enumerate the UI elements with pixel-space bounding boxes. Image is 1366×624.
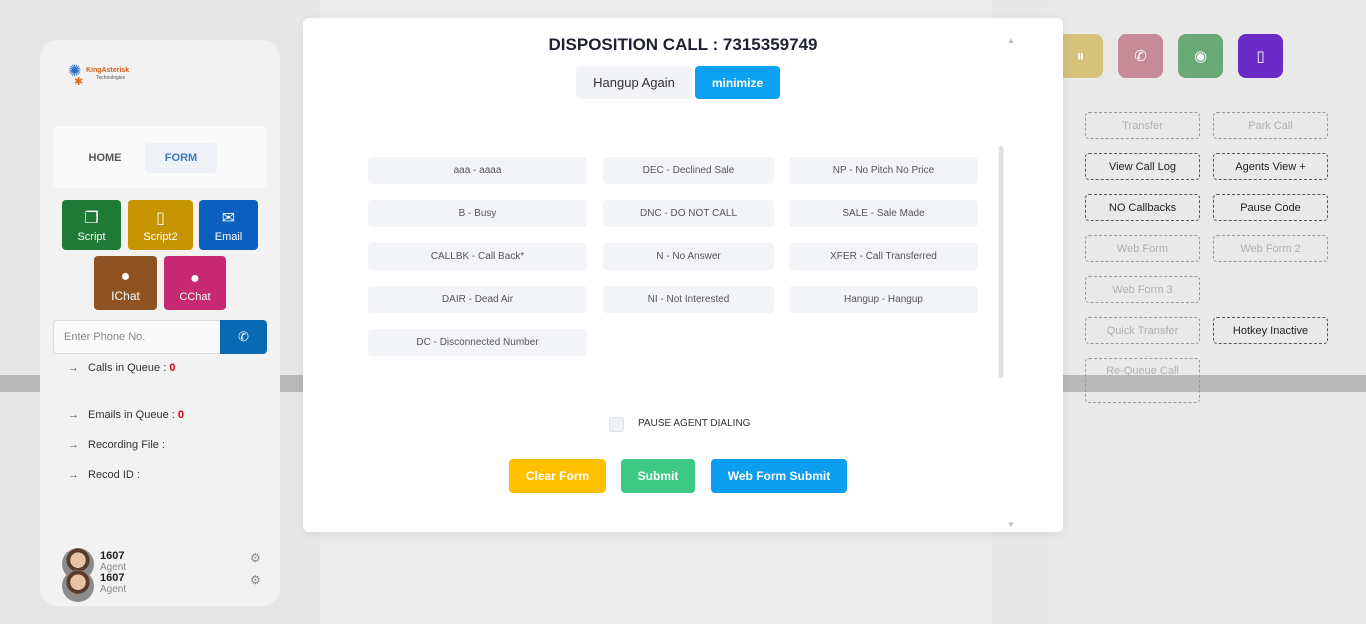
tab-home[interactable]: HOME <box>75 143 135 173</box>
agents-view-button[interactable]: Agents View + <box>1213 153 1328 180</box>
agent-number: 1607 <box>100 550 125 562</box>
record-id: → Recod ID : <box>68 469 140 481</box>
script-label: Script <box>77 231 106 243</box>
phone-icon: ✆ <box>238 329 249 344</box>
gear-icon[interactable]: ⚙ <box>250 551 261 565</box>
recording-file-label: Recording File : <box>88 439 166 451</box>
ichat-button[interactable]: ● IChat <box>94 256 157 310</box>
phone-hangup-icon: ✆ <box>1134 48 1147 65</box>
agent-role: Agent <box>100 584 127 595</box>
phone-number-input[interactable]: Enter Phone No. <box>53 320 221 354</box>
web-form-submit-button[interactable]: Web Form Submit <box>711 459 847 493</box>
tab-form[interactable]: FORM <box>145 143 217 173</box>
right-panel-background <box>1046 0 1366 624</box>
arrow-right-icon: → <box>68 439 79 451</box>
mobile-icon: ▯ <box>1256 48 1265 65</box>
hangup-again-button[interactable]: Hangup Again <box>576 66 692 99</box>
disposition-option[interactable]: NI - Not Interested <box>603 286 774 313</box>
envelope-icon: ✉ <box>221 210 236 227</box>
dial-button[interactable]: ✆ <box>220 320 267 354</box>
avatar <box>62 570 94 602</box>
calls-in-queue-count: 0 <box>169 362 176 374</box>
logo: ✺ ✱ KingAsterisk Technologies <box>68 64 148 88</box>
disposition-option[interactable]: N - No Answer <box>603 243 774 270</box>
cchat-label: CChat <box>179 291 211 303</box>
scrollbar-thumb[interactable] <box>999 146 1003 378</box>
pause-code-button[interactable]: Pause Code <box>1213 194 1328 221</box>
calls-in-queue: → Calls in Queue : 0 <box>68 362 175 374</box>
transfer-button[interactable]: Transfer <box>1085 112 1200 139</box>
modal-title: DISPOSITION CALL : 7315359749 <box>548 35 818 54</box>
record-id-label: Recod ID : <box>88 469 140 481</box>
disposition-option[interactable]: NP - No Pitch No Price <box>789 157 978 184</box>
arrow-right-icon: → <box>68 409 79 421</box>
agent-row: 1607 Agent ⚙ <box>62 570 262 602</box>
web-form-2-button[interactable]: Web Form 2 <box>1213 235 1328 262</box>
chat-icon: ● <box>120 268 131 285</box>
web-form-3-button[interactable]: Web Form 3 <box>1085 276 1200 303</box>
arrow-right-icon: → <box>68 362 79 374</box>
submit-button[interactable]: Submit <box>621 459 695 493</box>
file-icon: ❐ <box>84 210 99 227</box>
calls-in-queue-label: Calls in Queue : <box>88 362 167 374</box>
logo-brand: KingAsterisk <box>86 67 130 74</box>
script2-button[interactable]: ▯ Script2 <box>128 200 193 250</box>
gear-icon[interactable]: ⚙ <box>250 573 261 587</box>
disposition-modal: DISPOSITION CALL : 7315359749 ▲ ▼ Hangup… <box>303 18 1063 532</box>
recording-file: → Recording File : <box>68 439 165 451</box>
requeue-call-button[interactable]: Re-Queue Call <box>1085 358 1200 403</box>
logo-sub: Technologies <box>96 75 126 81</box>
clear-form-button[interactable]: Clear Form <box>509 459 606 493</box>
disposition-option[interactable]: aaa - aaaa <box>368 157 587 184</box>
quick-transfer-button[interactable]: Quick Transfer <box>1085 317 1200 344</box>
disposition-option[interactable]: CALLBK - Call Back* <box>368 243 587 270</box>
emails-in-queue-label: Emails in Queue : <box>88 409 175 421</box>
hangup-button[interactable]: ✆ <box>1118 34 1163 78</box>
scroll-down-icon[interactable]: ▼ <box>1007 520 1015 529</box>
sidebar: ✺ ✱ KingAsterisk Technologies HOME FORM … <box>40 40 280 606</box>
pause-agent-dialing-checkbox[interactable] <box>609 417 624 432</box>
disposition-option[interactable]: B - Busy <box>368 200 587 227</box>
disposition-option[interactable]: DC - Disconnected Number <box>368 329 587 356</box>
park-call-button[interactable]: Park Call <box>1213 112 1328 139</box>
agent-number: 1607 <box>100 572 125 584</box>
record-icon: ◉ <box>1193 48 1208 65</box>
disposition-option[interactable]: DAIR - Dead Air <box>368 286 587 313</box>
disposition-option[interactable]: Hangup - Hangup <box>789 286 978 313</box>
cchat-button[interactable]: ● CChat <box>164 256 226 310</box>
hotkey-inactive-button[interactable]: Hotkey Inactive <box>1213 317 1328 344</box>
arrow-right-icon: → <box>68 469 79 481</box>
emails-in-queue-count: 0 <box>177 409 185 421</box>
script-button[interactable]: ❐ Script <box>62 200 121 250</box>
disposition-list: aaa - aaaa DEC - Declined Sale NP - No P… <box>368 138 1003 376</box>
disposition-option[interactable]: SALE - Sale Made <box>789 200 978 227</box>
chats-icon: ● <box>190 270 200 287</box>
no-callbacks-button[interactable]: NO Callbacks <box>1085 194 1200 221</box>
disposition-option[interactable]: XFER - Call Transferred <box>789 243 978 270</box>
ichat-label: IChat <box>111 289 140 303</box>
view-call-log-button[interactable]: View Call Log <box>1085 153 1200 180</box>
disposition-scrollbar[interactable] <box>998 146 1004 378</box>
nav-tabs: HOME FORM <box>53 126 267 188</box>
scroll-up-icon[interactable]: ▲ <box>1007 36 1015 45</box>
email-button[interactable]: ✉ Email <box>199 200 258 250</box>
emails-in-queue: → Emails in Queue : 0 <box>68 409 184 421</box>
pause-icon: ⏸ <box>1076 47 1085 65</box>
email-label: Email <box>214 231 243 243</box>
web-form-button[interactable]: Web Form <box>1085 235 1200 262</box>
script2-label: Script2 <box>143 231 178 243</box>
disposition-option[interactable]: DNC - DO NOT CALL <box>603 200 774 227</box>
file-icon: ▯ <box>156 210 165 227</box>
mobile-button[interactable]: ▯ <box>1238 34 1283 78</box>
disposition-option[interactable]: DEC - Declined Sale <box>603 157 774 184</box>
pause-agent-dialing-label: PAUSE AGENT DIALING <box>638 418 751 429</box>
agent-row: 1607 Agent ⚙ <box>62 548 262 580</box>
pause-call-button[interactable]: ⏸ <box>1058 34 1103 78</box>
logo-accent-icon: ✱ <box>74 76 84 88</box>
record-button[interactable]: ◉ <box>1178 34 1223 78</box>
minimize-button[interactable]: minimize <box>695 66 780 99</box>
